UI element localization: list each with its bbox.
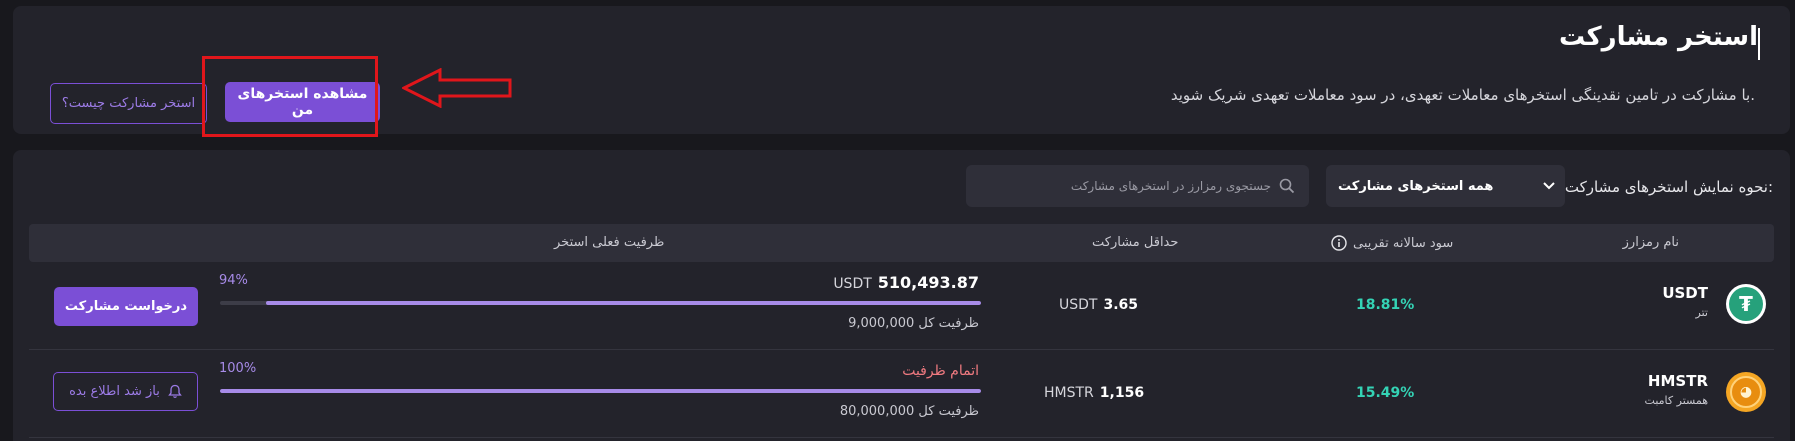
page-title: استخر مشارکت: [1559, 22, 1758, 52]
current-capacity: USDT 510,493.87: [833, 273, 979, 292]
min-participation: HMSTR 1,156: [1044, 385, 1144, 401]
coin-name: تتر: [1695, 306, 1708, 319]
min-participation: USDT 3.65: [1059, 297, 1138, 313]
min-unit: USDT: [1059, 297, 1098, 313]
page-description: با مشارکت در تامین نقدینگی استخرهای معام…: [1170, 86, 1755, 104]
search-icon: [1279, 178, 1295, 194]
view-mode-label: نحوه نمایش استخرهای مشارکت:: [1564, 178, 1773, 196]
request-participation-button[interactable]: درخواست مشارکت: [54, 287, 198, 326]
what-is-pool-button[interactable]: استخر مشارکت چیست؟: [50, 83, 207, 124]
header-min: حداقل مشارکت: [1092, 235, 1179, 250]
capacity-progress-fill: [265, 301, 981, 305]
table-row: ◕ HMSTR همستر کامبت 15.49% HMSTR 1,156 ا…: [29, 350, 1774, 438]
table-row: ₮ USDT تتر 18.81% USDT 3.65 USDT 510,493…: [29, 262, 1774, 350]
capacity-progress-bar: [220, 301, 981, 305]
header-apy: سود سالانه تقریبی: [1331, 235, 1453, 251]
capacity-percent: 94%: [219, 273, 248, 288]
highlight-box: [202, 56, 378, 137]
hamster-icon: ◕: [1726, 372, 1766, 412]
capacity-progress-fill: [220, 389, 981, 393]
header-apy-label: سود سالانه تقریبی: [1353, 235, 1454, 251]
coin-symbol: HMSTR: [1647, 372, 1708, 390]
info-icon[interactable]: [1331, 235, 1347, 251]
total-capacity: ظرفیت کل 9,000,000: [848, 316, 979, 331]
annotation-arrow-icon: [402, 68, 512, 108]
pool-filter-value: همه استخرهای مشارکت: [1338, 178, 1494, 194]
capacity-full-status: اتمام ظرفیت: [902, 363, 979, 379]
min-value: 3.65: [1103, 297, 1139, 313]
min-unit: HMSTR: [1044, 385, 1094, 401]
notify-label: باز شد اطلاع بده: [69, 384, 160, 399]
notify-when-open-button[interactable]: باز شد اطلاع بده: [53, 372, 198, 411]
pool-table-card: نحوه نمایش استخرهای مشارکت: همه استخرهای…: [13, 150, 1790, 441]
header-capacity: ظرفیت فعلی استخر: [554, 235, 665, 250]
coin-search-box[interactable]: [966, 165, 1309, 207]
bell-icon: [168, 384, 182, 398]
total-capacity: ظرفیت کل 80,000,000: [839, 404, 979, 419]
coin-symbol: USDT: [1662, 284, 1708, 302]
capacity-percent: 100%: [219, 361, 257, 376]
min-value: 1,156: [1099, 385, 1145, 401]
tether-icon: ₮: [1726, 284, 1766, 324]
header-coin: نام رمزارز: [1622, 235, 1679, 250]
capacity-progress-bar: [220, 389, 981, 393]
coin-search-input[interactable]: [980, 179, 1271, 193]
table-header: نام رمزارز سود سالانه تقریبی حداقل مشارک…: [29, 224, 1774, 262]
current-value: 510,493.87: [877, 273, 979, 292]
coin-name: همستر کامبت: [1644, 394, 1708, 407]
apy-value: 15.49%: [1356, 385, 1415, 401]
text-cursor: [1758, 28, 1760, 60]
current-unit: USDT: [833, 276, 872, 292]
chevron-down-icon: [1543, 182, 1555, 190]
apy-value: 18.81%: [1356, 297, 1415, 313]
pool-filter-select[interactable]: همه استخرهای مشارکت: [1326, 165, 1565, 207]
